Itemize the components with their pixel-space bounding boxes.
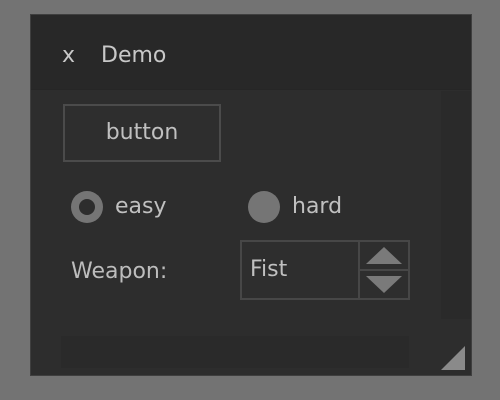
weapon-spinner[interactable]: Fist: [240, 240, 410, 300]
spinner-up-button[interactable]: [360, 242, 408, 271]
demo-window: x Demo button easy hard Weapon: Fist: [30, 14, 472, 376]
weapon-label: Weapon:: [71, 259, 168, 284]
horizontal-scrollbar[interactable]: [61, 336, 409, 368]
vertical-scrollbar[interactable]: [441, 91, 471, 319]
close-button[interactable]: x: [62, 43, 75, 69]
radio-easy-label[interactable]: easy: [115, 193, 167, 221]
radio-easy[interactable]: [71, 191, 103, 223]
demo-button[interactable]: button: [63, 104, 221, 162]
window-titlebar[interactable]: x Demo: [31, 15, 471, 90]
spinner-down-button[interactable]: [360, 271, 408, 298]
radio-hard[interactable]: [248, 191, 280, 223]
window-title: Demo: [101, 43, 167, 68]
radio-hard-label[interactable]: hard: [292, 193, 342, 221]
triangle-up-icon: [366, 247, 402, 264]
triangle-down-icon: [366, 276, 402, 293]
resize-grip[interactable]: [439, 344, 465, 370]
weapon-value[interactable]: Fist: [250, 257, 287, 283]
resize-grip-icon: [441, 346, 465, 370]
